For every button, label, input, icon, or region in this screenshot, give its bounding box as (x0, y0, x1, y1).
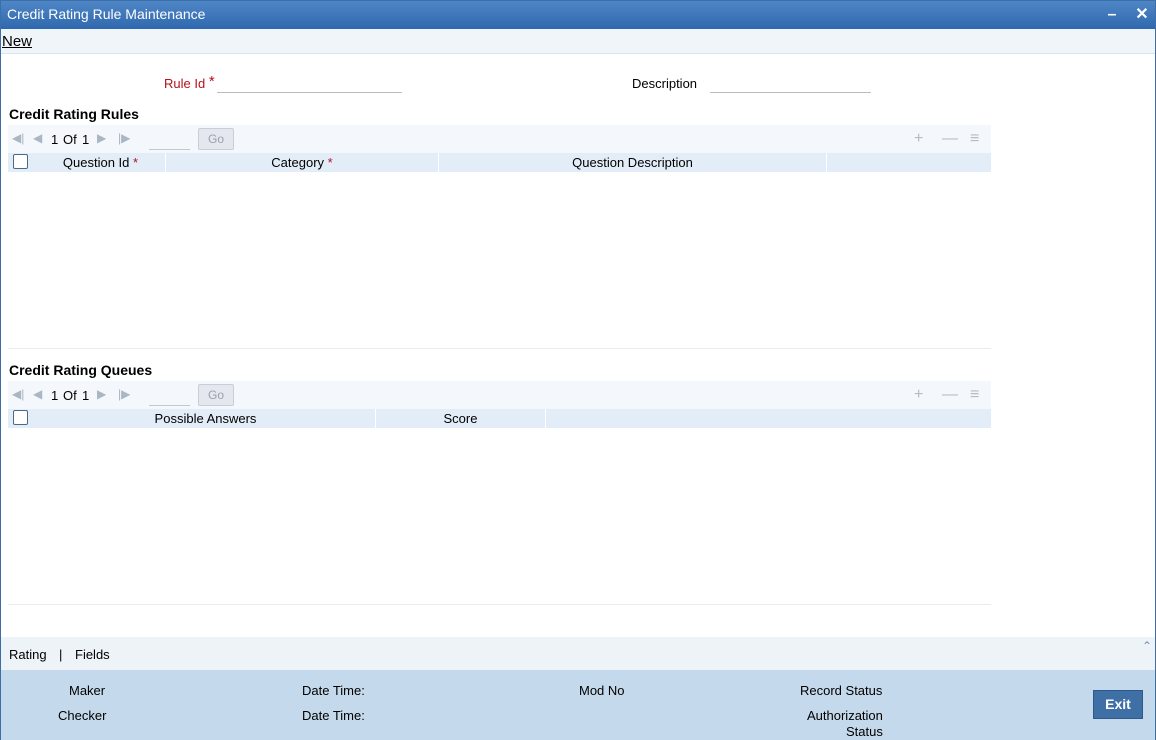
checker-date-time-label: Date Time: (302, 708, 365, 723)
prev-page-icon[interactable]: ◀ (33, 131, 42, 145)
queues-select-all-checkbox[interactable] (13, 410, 28, 425)
col-question-id: Question Id * (36, 153, 166, 172)
queues-page-total: 1 (82, 388, 90, 403)
rules-page-input[interactable] (149, 129, 190, 150)
rules-grid-header: Question Id * Category * Question Descri… (8, 153, 991, 172)
add-row-icon[interactable]: + (914, 130, 923, 148)
col-question-id-label: Question Id (62, 155, 130, 170)
rules-page-of: Of (63, 132, 77, 147)
credit-rating-rule-window: Credit Rating Rule Maintenance – ✕ New R… (0, 0, 1156, 740)
maker-label: Maker (69, 683, 106, 698)
bottom-tabs: Rating | Fields ⌃ (1, 637, 1155, 670)
checker-label: Checker (58, 708, 107, 723)
description-label: Description (632, 76, 698, 91)
rules-page-current: 1 (51, 132, 59, 147)
col-question-id-required: * (133, 155, 139, 170)
rules-go-button[interactable]: Go (198, 128, 234, 150)
col-category-label: Category (271, 155, 325, 170)
title-bar: Credit Rating Rule Maintenance – ✕ (1, 1, 1155, 29)
collapse-up-icon[interactable]: ⌃ (1142, 639, 1152, 653)
next-page-icon[interactable]: ▶ (97, 131, 106, 145)
rules-grid: ◀​| ◀ 1 Of 1 ▶ |▶ Go + — ≡ Question Id *… (8, 125, 991, 350)
rule-id-label: Rule Id * (164, 73, 215, 92)
queues-page-input[interactable] (149, 385, 190, 406)
rules-select-all-checkbox[interactable] (13, 154, 28, 169)
mod-no-label: Mod No (579, 683, 625, 698)
next-page-icon[interactable]: ▶ (97, 387, 106, 401)
prev-page-icon[interactable]: ◀ (33, 387, 42, 401)
queues-section-title: Credit Rating Queues (9, 362, 153, 378)
action-toolbar: New (1, 29, 1155, 54)
queues-grid-toolbar: ◀​| ◀ 1 Of 1 ▶ |▶ Go + — ≡ (8, 381, 991, 409)
required-mark: * (208, 73, 215, 90)
first-page-icon[interactable]: ◀​| (12, 387, 24, 401)
authorization-label: Authorization (807, 708, 883, 723)
add-row-icon[interactable]: + (914, 386, 923, 404)
rule-id-input[interactable] (217, 75, 402, 93)
queues-grid-body (8, 428, 991, 605)
queues-go-button[interactable]: Go (198, 384, 234, 406)
exit-button[interactable]: Exit (1093, 690, 1143, 719)
description-input[interactable] (710, 75, 871, 93)
first-page-icon[interactable]: ◀​| (12, 131, 24, 145)
queues-page-of: Of (63, 388, 77, 403)
col-empty (827, 153, 991, 172)
rules-grid-body (8, 172, 991, 349)
tab-separator: | (59, 647, 63, 662)
col-possible-answers: Possible Answers (36, 409, 376, 428)
col-score: Score (376, 409, 546, 428)
col-category: Category * (166, 153, 439, 172)
last-page-icon[interactable]: |▶ (118, 387, 130, 401)
last-page-icon[interactable]: |▶ (118, 131, 130, 145)
new-link[interactable]: New (2, 33, 32, 50)
col-category-required: * (327, 155, 333, 170)
rules-grid-toolbar: ◀​| ◀ 1 Of 1 ▶ |▶ Go + — ≡ (8, 125, 991, 153)
authorization-status-label: Status (846, 724, 883, 739)
delete-row-icon[interactable]: — (942, 130, 958, 148)
rule-id-label-text: Rule Id (164, 76, 206, 91)
close-icon[interactable]: ✕ (1132, 5, 1152, 25)
col-empty (546, 409, 991, 428)
window-title: Credit Rating Rule Maintenance (7, 6, 206, 22)
rules-page-total: 1 (82, 132, 90, 147)
single-view-icon[interactable]: ≡ (970, 130, 979, 148)
queues-grid-header: Possible Answers Score (8, 409, 991, 428)
queues-page-current: 1 (51, 388, 59, 403)
col-question-description: Question Description (439, 153, 827, 172)
queues-grid: ◀​| ◀ 1 Of 1 ▶ |▶ Go + — ≡ Possible Answ… (8, 381, 991, 606)
maker-date-time-label: Date Time: (302, 683, 365, 698)
minimize-icon[interactable]: – (1102, 5, 1122, 25)
rules-section-title: Credit Rating Rules (9, 106, 139, 122)
tab-rating[interactable]: Rating (9, 647, 47, 662)
tab-fields[interactable]: Fields (75, 647, 110, 662)
single-view-icon[interactable]: ≡ (970, 386, 979, 404)
delete-row-icon[interactable]: — (942, 386, 958, 404)
record-status-label: Record Status (800, 683, 883, 698)
audit-footer: Maker Checker Date Time: Date Time: Mod … (1, 670, 1155, 740)
